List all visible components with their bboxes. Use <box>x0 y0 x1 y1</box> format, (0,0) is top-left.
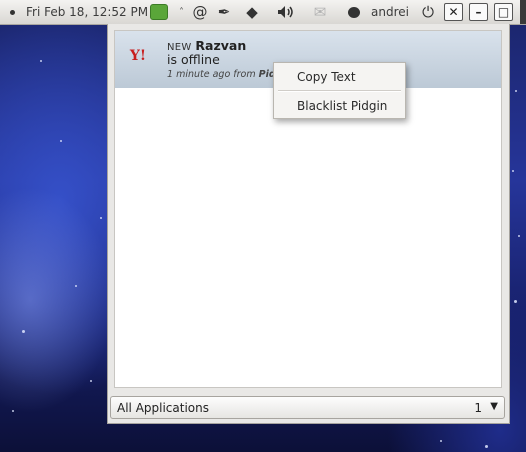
context-menu: Copy Text Blacklist Pidgin <box>273 62 406 119</box>
close-button[interactable]: ✕ <box>444 3 463 21</box>
notification-sender: Razvan <box>195 38 247 53</box>
menu-separator <box>278 90 401 92</box>
top-panel: Fri Feb 18, 12:52 PM ˄ @ ✒ ◆ ✉ andrei ⏻ … <box>0 0 526 25</box>
notification-time: 1 minute ago <box>167 69 231 80</box>
chat-status-icon[interactable] <box>344 0 364 24</box>
mail-icon[interactable]: ✉ <box>310 0 330 24</box>
expander-icon[interactable]: ˄ <box>179 0 184 24</box>
minimize-button[interactable]: – <box>469 3 488 21</box>
clock[interactable]: Fri Feb 18, 12:52 PM <box>26 0 148 24</box>
pen-icon[interactable]: ✒ <box>214 0 234 24</box>
filter-count: 1 <box>474 401 482 415</box>
spiral-icon[interactable]: @ <box>190 0 210 24</box>
filter-label: All Applications <box>117 401 209 415</box>
yahoo-messenger-icon: Y! <box>129 48 147 64</box>
dropbox-icon[interactable]: ◆ <box>242 0 262 24</box>
username-label[interactable]: andrei <box>371 0 409 24</box>
application-filter-select[interactable]: All Applications 1 ▼ <box>110 396 505 419</box>
volume-icon[interactable] <box>276 0 296 24</box>
power-icon[interactable]: ⏻ <box>418 0 438 24</box>
panel-dot-icon <box>5 0 19 24</box>
app-indicator-icon[interactable] <box>150 0 172 24</box>
chevron-down-icon[interactable]: ▼ <box>490 401 498 412</box>
menu-item-blacklist[interactable]: Blacklist Pidgin <box>274 96 405 116</box>
notification-header: NEW Razvan <box>167 38 246 53</box>
notification-message: is offline <box>167 52 220 67</box>
menu-item-copy-text[interactable]: Copy Text <box>274 67 405 87</box>
panel-edge <box>520 0 526 24</box>
maximize-button[interactable]: □ <box>494 3 513 21</box>
from-label: from <box>233 69 256 80</box>
